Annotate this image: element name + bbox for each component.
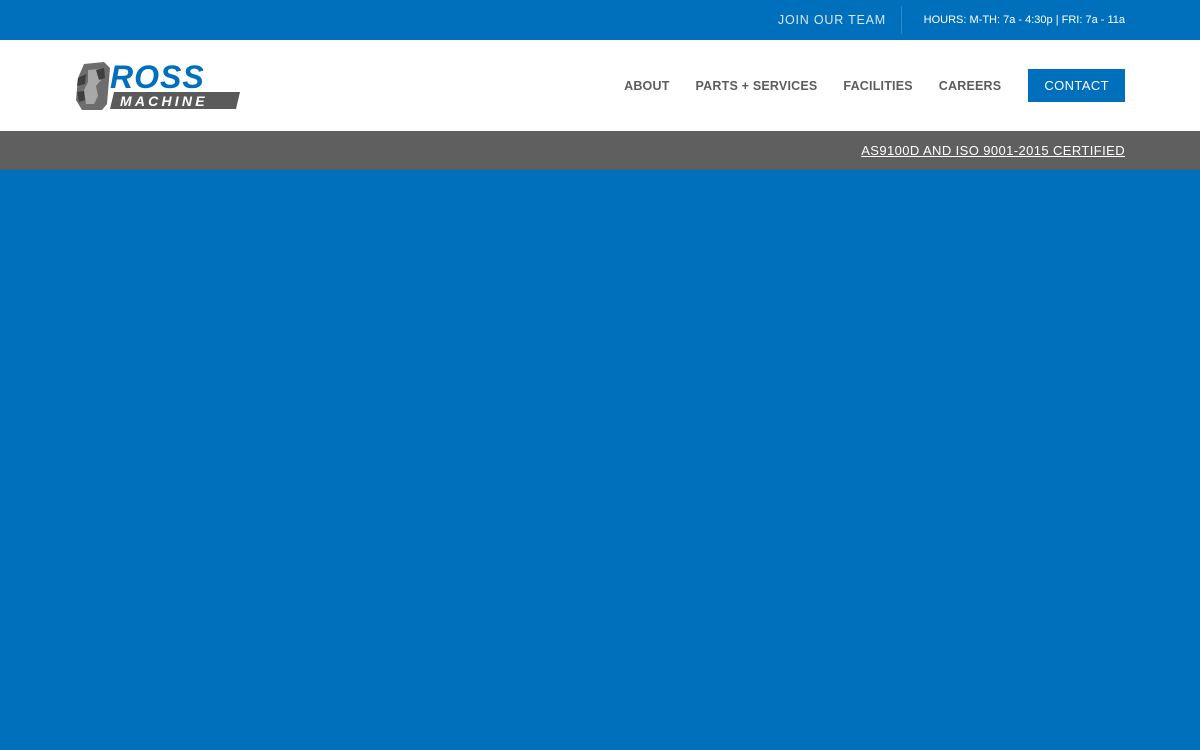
certification-link[interactable]: AS9100D AND ISO 9001-2015 CERTIFIED xyxy=(861,131,1125,170)
ross-machine-logo[interactable]: ROSS MACHINE xyxy=(74,59,244,112)
nav-careers[interactable]: CAREERS xyxy=(939,79,1002,93)
topbar-divider xyxy=(901,6,902,34)
logo-word-ross: ROSS xyxy=(110,60,205,95)
logo-word-machine: MACHINE xyxy=(120,93,208,109)
nav-parts-services[interactable]: PARTS + SERVICES xyxy=(696,79,818,93)
logo-emblem-icon xyxy=(76,62,110,110)
join-our-team-link[interactable]: JOIN OUR TEAM xyxy=(778,0,886,40)
certification-bar: AS9100D AND ISO 9001-2015 CERTIFIED xyxy=(0,131,1200,170)
site-header: ROSS MACHINE ABOUT PARTS + SERVICES FACI… xyxy=(0,40,1200,131)
main-navigation: ABOUT PARTS + SERVICES FACILITIES CAREER… xyxy=(598,69,1125,102)
contact-button[interactable]: CONTACT xyxy=(1028,69,1125,102)
top-utility-bar: JOIN OUR TEAM HOURS: M-TH: 7a - 4:30p | … xyxy=(0,0,1200,40)
hero-section xyxy=(0,170,1200,750)
nav-about[interactable]: ABOUT xyxy=(624,79,669,93)
logo-graphic: ROSS MACHINE xyxy=(76,59,240,110)
business-hours: HOURS: M-TH: 7a - 4:30p | FRI: 7a - 11a xyxy=(923,14,1125,26)
nav-facilities[interactable]: FACILITIES xyxy=(843,79,912,93)
